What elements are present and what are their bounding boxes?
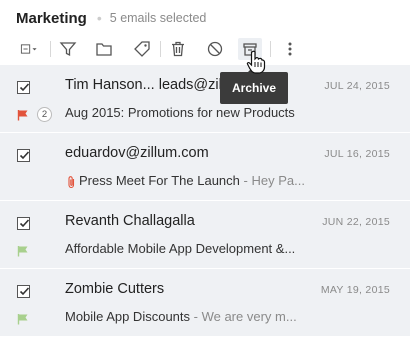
row-checkbox[interactable] bbox=[17, 217, 30, 230]
toolbar-divider bbox=[160, 41, 161, 57]
flag-icon[interactable] bbox=[17, 245, 29, 257]
archive-tooltip: Archive bbox=[220, 66, 289, 104]
trash-icon bbox=[172, 41, 184, 57]
move-to-folder-button[interactable] bbox=[92, 38, 116, 60]
toolbar-divider bbox=[270, 41, 271, 57]
tag-button[interactable] bbox=[130, 38, 154, 60]
row-checkbox[interactable] bbox=[17, 285, 30, 298]
email-list: 2 Tim Hanson... leads@zillum.com JUL 24,… bbox=[0, 65, 410, 337]
subject: Mobile App Discounts - We are very m... bbox=[65, 309, 315, 324]
spam-button[interactable] bbox=[203, 38, 227, 60]
toolbar-divider bbox=[50, 41, 51, 57]
sender: Revanth Challagalla bbox=[65, 213, 195, 229]
flag-icon[interactable] bbox=[17, 313, 29, 325]
date: JUN 22, 2015 bbox=[322, 216, 390, 228]
subject-text: Press Meet For The Launch bbox=[79, 173, 240, 188]
folder-title: Marketing bbox=[16, 9, 87, 27]
preview-text: - We are very m... bbox=[190, 309, 297, 324]
tag-icon bbox=[134, 41, 150, 57]
email-row[interactable]: Revanth Challagalla JUN 22, 2015 Afforda… bbox=[0, 201, 410, 269]
selection-count: 5 emails selected bbox=[109, 11, 207, 25]
filter-button[interactable] bbox=[56, 38, 80, 60]
row-checkbox[interactable] bbox=[17, 149, 30, 162]
row-checkbox[interactable] bbox=[17, 81, 30, 94]
check-icon bbox=[19, 83, 30, 92]
header: Marketing • 5 emails selected bbox=[0, 0, 410, 36]
check-icon bbox=[19, 219, 30, 228]
attachment-icon bbox=[68, 176, 75, 189]
check-icon bbox=[19, 287, 30, 296]
delete-button[interactable] bbox=[166, 38, 190, 60]
subject-text: Mobile App Discounts bbox=[65, 309, 191, 324]
select-dropdown-button[interactable] bbox=[14, 38, 44, 60]
select-checkbox-icon bbox=[20, 44, 37, 54]
sender: Zombie Cutters bbox=[65, 281, 165, 297]
email-row[interactable]: Zombie Cutters MAY 19, 2015 Mobile App D… bbox=[0, 269, 410, 337]
block-icon bbox=[207, 41, 223, 57]
flag-icon[interactable] bbox=[17, 109, 29, 121]
subject: Press Meet For The Launch - Hey Pa... bbox=[79, 173, 309, 188]
folder-icon bbox=[96, 43, 112, 56]
date: JUL 24, 2015 bbox=[324, 80, 390, 92]
filter-icon bbox=[59, 42, 77, 57]
date: MAY 19, 2015 bbox=[320, 284, 390, 296]
date: JUL 16, 2015 bbox=[324, 148, 390, 160]
subject-text: Affordable Mobile App Development &... bbox=[65, 241, 296, 256]
check-icon bbox=[19, 151, 30, 160]
more-options-button[interactable] bbox=[278, 38, 302, 60]
subject: Aug 2015: Promotions for new Products bbox=[65, 105, 315, 120]
subject-text: Aug 2015: Promotions for new Products bbox=[65, 105, 295, 120]
subject: Affordable Mobile App Development &... bbox=[65, 241, 315, 256]
email-row[interactable]: 2 Tim Hanson... leads@zillum.com JUL 24,… bbox=[0, 65, 410, 133]
sender: eduardov@zillum.com bbox=[65, 145, 209, 161]
preview-text: - Hey Pa... bbox=[239, 173, 305, 188]
toolbar bbox=[0, 36, 410, 62]
header-separator: • bbox=[96, 10, 102, 26]
thread-count-badge: 2 bbox=[37, 107, 52, 122]
more-vertical-icon bbox=[288, 42, 292, 56]
hand-cursor-icon bbox=[246, 50, 266, 74]
email-row[interactable]: eduardov@zillum.com JUL 16, 2015 Press M… bbox=[0, 133, 410, 201]
